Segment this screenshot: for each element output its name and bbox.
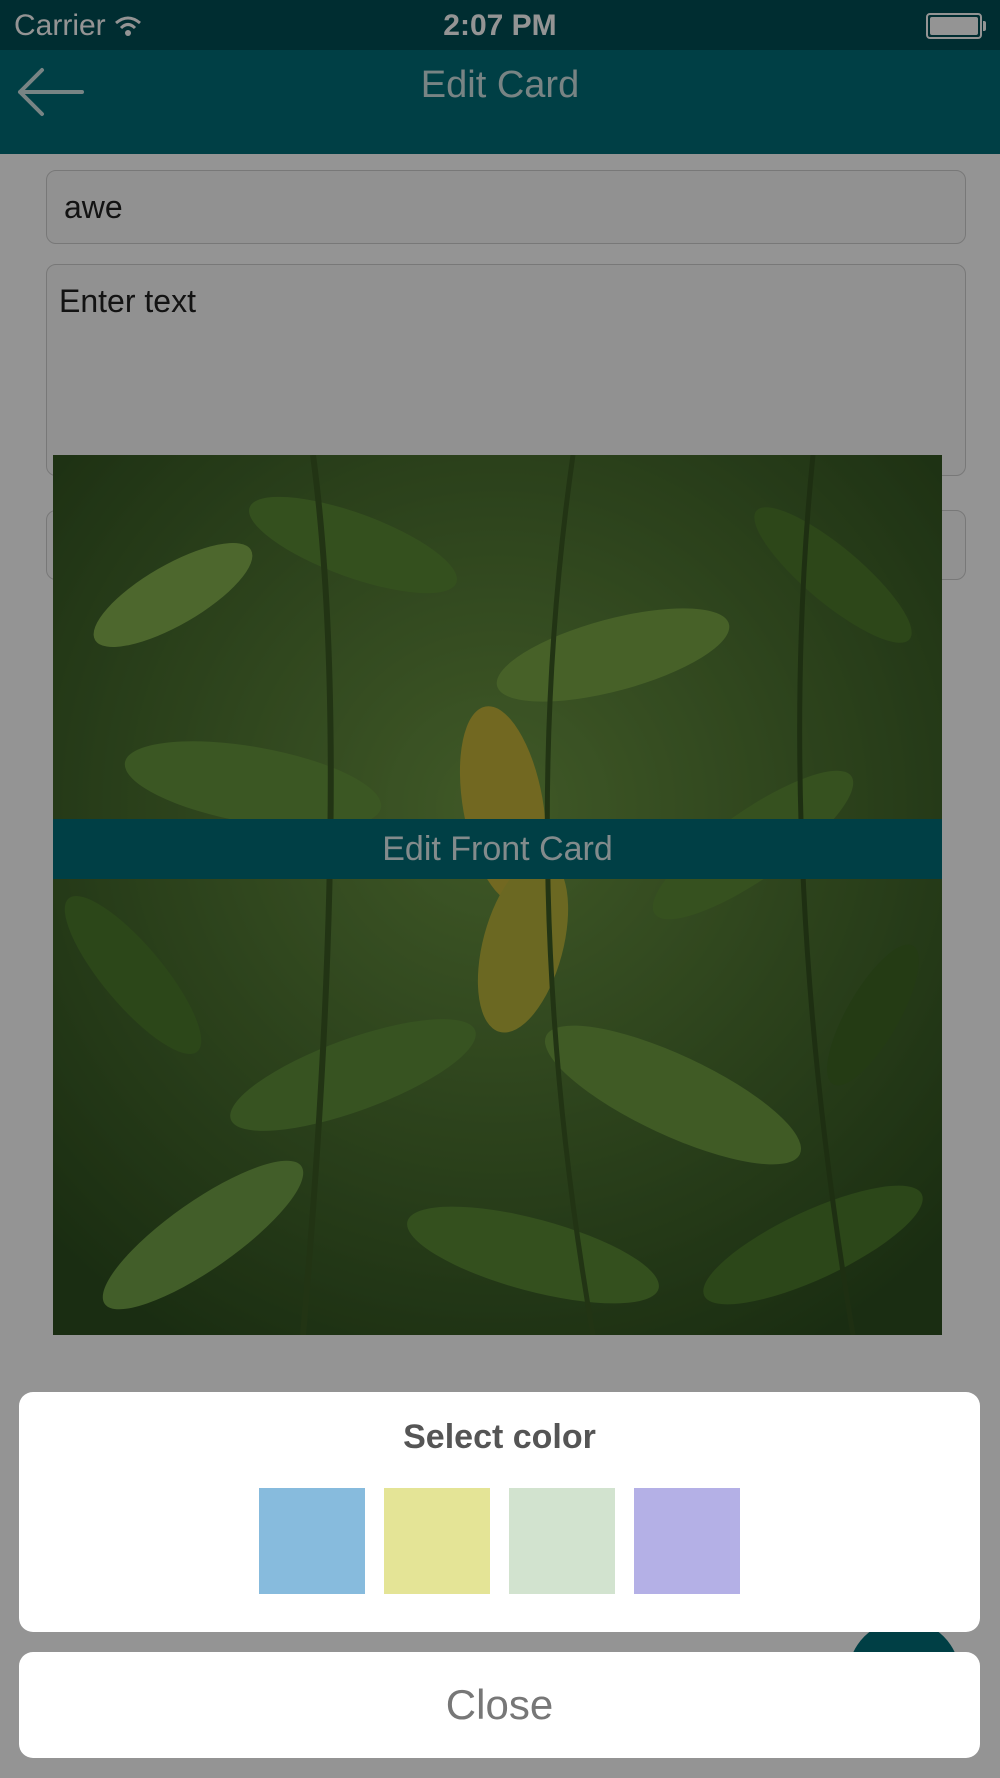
color-swatch-yellow[interactable] <box>384 1488 490 1594</box>
color-swatch-blue[interactable] <box>259 1488 365 1594</box>
color-sheet-title: Select color <box>403 1418 596 1456</box>
color-picker-sheet: Select color <box>19 1392 980 1632</box>
close-button[interactable]: Close <box>19 1652 980 1758</box>
color-swatch-green[interactable] <box>509 1488 615 1594</box>
color-swatch-purple[interactable] <box>634 1488 740 1594</box>
